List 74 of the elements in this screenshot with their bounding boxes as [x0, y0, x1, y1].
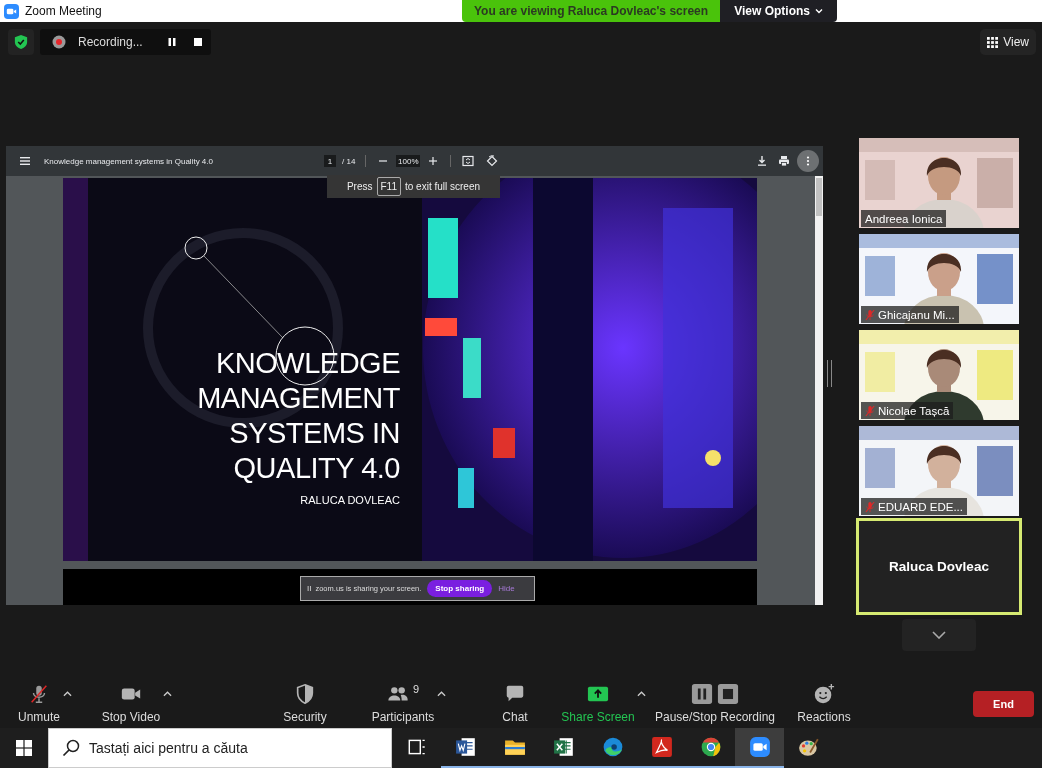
caret-up-icon	[62, 691, 72, 697]
caret-icon	[814, 8, 823, 14]
spreadsheet-app-icon	[552, 736, 575, 758]
palette-icon	[797, 736, 820, 758]
search-icon	[62, 739, 80, 757]
keyboard-key: F11	[376, 177, 401, 196]
pause-icon	[166, 37, 177, 47]
caret-up-icon	[436, 691, 446, 697]
printer-icon	[778, 155, 790, 167]
hint-text: Press	[346, 181, 373, 192]
hint-text: to exit full screen	[405, 181, 481, 192]
video-tile[interactable]: Andreea Ionica	[859, 138, 1019, 228]
participant-name: Ghicajanu Mi...	[878, 308, 955, 321]
audio-button[interactable]: Unmute	[18, 680, 60, 724]
participant-name: EDUARD EDE...	[878, 500, 963, 513]
reactions-button[interactable]: Reactions	[797, 680, 851, 724]
scrollbar[interactable]	[816, 178, 822, 216]
video-button[interactable]: Stop Video	[101, 680, 161, 724]
participants-button[interactable]: 9 Participants	[371, 680, 435, 724]
page-field[interactable]: 1	[324, 155, 336, 167]
more-button[interactable]	[797, 150, 819, 172]
rotate-icon	[486, 155, 499, 167]
smiley-plus-icon	[813, 683, 835, 705]
participant-name: Nicolae Tașcă	[878, 404, 950, 417]
chevron-down-icon	[932, 631, 946, 639]
muted-mic-icon	[28, 683, 50, 705]
zoom-logo-icon	[4, 3, 19, 19]
video-tile[interactable]: Nicolae Tașcă	[859, 330, 1019, 420]
security-indicator[interactable]	[8, 29, 34, 55]
shield-icon	[294, 683, 316, 705]
windows-logo-icon	[16, 740, 32, 756]
video-camera-app-icon	[748, 736, 771, 758]
recording-label: Recording...	[78, 35, 143, 49]
window-title: Zoom Meeting	[25, 4, 102, 18]
caret-up-icon	[162, 691, 172, 697]
search-field[interactable]: Tastați aici pentru a căuta	[48, 728, 392, 768]
document-title: Knowledge management systems in Quality 4.0	[44, 156, 214, 166]
hide-link[interactable]: Hide	[496, 584, 517, 593]
menu-icon	[19, 155, 31, 167]
fit-page-icon	[462, 155, 475, 167]
zoom-taskbar-button[interactable]	[735, 728, 784, 768]
security-button[interactable]: Security	[283, 680, 327, 724]
recording-button[interactable]: Pause/Stop Recording	[654, 680, 776, 724]
view-button[interactable]: View	[980, 29, 1036, 55]
drag-handle[interactable]: II	[307, 584, 312, 593]
page-count: / 14	[342, 156, 356, 166]
pdf-app-icon	[650, 736, 673, 758]
end-button[interactable]: End	[973, 691, 1034, 717]
participant-name: Andreea Ionica	[865, 212, 943, 225]
plus-icon	[428, 156, 439, 166]
share-button[interactable]: Share Screen	[561, 680, 635, 724]
stop-sharing-button[interactable]: Stop sharing	[427, 580, 493, 597]
participant-tile[interactable]: Raluca Dovleac	[856, 518, 1022, 615]
slide-title: KNOWLEDGE MANAGEMENT SYSTEMS IN QUALITY 4.0	[197, 346, 400, 486]
stop-icon	[717, 683, 739, 705]
resize-handle[interactable]	[827, 360, 832, 387]
view-options-button[interactable]: View Options	[720, 0, 838, 22]
chat-button[interactable]: Chat	[502, 680, 528, 724]
viewing-banner: You are viewing Raluca Dovleac's screen	[462, 0, 721, 22]
video-tile[interactable]: EDUARD EDE...	[859, 426, 1019, 516]
browser-ball-icon	[699, 736, 722, 758]
record-icon	[52, 35, 66, 49]
caret-up-icon	[637, 691, 647, 697]
pause-icon	[691, 683, 713, 705]
zoom-field[interactable]: 100%	[396, 155, 421, 167]
video-tile[interactable]: Ghicajanu Mi...	[859, 234, 1019, 324]
shield-icon	[14, 34, 28, 50]
stop-icon	[192, 37, 203, 47]
grid-icon	[987, 36, 999, 48]
browser-swirl-icon	[601, 736, 624, 758]
slide-author: RALUCA DOVLEAC	[300, 494, 400, 506]
download-icon	[756, 155, 768, 167]
document-app-icon	[454, 736, 477, 758]
participant-name: Raluca Dovleac	[889, 559, 989, 574]
